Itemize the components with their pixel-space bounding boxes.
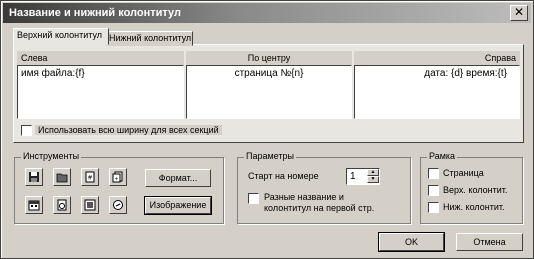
- frame-footer-label: Ниж. колонтит.: [443, 202, 505, 212]
- svg-text:+: +: [114, 177, 118, 183]
- frame-footer-checkbox[interactable]: [428, 202, 439, 213]
- section-header-left-label: Слева: [21, 53, 48, 63]
- section-header-left: Слева: [17, 51, 184, 65]
- clock-icon[interactable]: [109, 196, 127, 214]
- dialog-title: Название и нижний колонтитул: [9, 7, 182, 19]
- full-width-checkbox[interactable]: [21, 125, 32, 137]
- close-icon[interactable]: ✕: [510, 5, 528, 21]
- params-group: Параметры Старт на номере 1 ▲ ▼ Разные н…: [237, 151, 411, 224]
- frame-group-title: Рамка: [427, 151, 458, 161]
- frame-page-label: Страница: [443, 168, 484, 178]
- different-first-page-label-1: Разные название и: [264, 192, 344, 202]
- frame-page-checkbox[interactable]: [428, 168, 439, 179]
- filename-icon[interactable]: [81, 196, 99, 214]
- title-bar: Название и нижний колонтитул ✕: [3, 3, 531, 23]
- tab-footer[interactable]: Нижний колонтитул: [105, 31, 193, 46]
- header-footer-dialog: Название и нижний колонтитул ✕ Верхний к…: [0, 0, 534, 259]
- start-number-value: 1: [350, 171, 356, 182]
- image-button[interactable]: Изображение: [144, 196, 212, 215]
- start-number-label: Старт на номере: [248, 171, 319, 181]
- tools-group: Инструменты # + Формат... Изображение: [14, 151, 224, 224]
- params-group-title: Параметры: [244, 151, 296, 161]
- section-header-right: Справа: [354, 51, 520, 65]
- right-section-input[interactable]: дата: {d} время:{t}: [354, 65, 520, 119]
- different-first-page-checkbox[interactable]: [248, 193, 259, 204]
- svg-text:#: #: [87, 175, 92, 182]
- full-width-row: Использовать всю ширину для всех секций: [21, 123, 222, 137]
- stepper-up-icon[interactable]: ▲: [367, 169, 379, 176]
- frame-header-label: Верх. колонтит.: [443, 185, 508, 195]
- folder-icon[interactable]: [53, 168, 71, 186]
- left-section-input[interactable]: имя файла:{f}: [17, 65, 184, 119]
- stepper-down-icon[interactable]: ▼: [367, 176, 379, 183]
- stepper-arrows: ▲ ▼: [367, 169, 379, 184]
- start-number-stepper[interactable]: 1 ▲ ▼: [346, 168, 380, 185]
- ok-button[interactable]: OK: [378, 232, 445, 252]
- center-section-input[interactable]: страница №{n}: [186, 65, 352, 119]
- different-first-page-label-2: колонтитул на первой стр.: [264, 203, 375, 213]
- time-icon[interactable]: [53, 196, 71, 214]
- format-button[interactable]: Формат...: [145, 169, 211, 187]
- frame-header-checkbox[interactable]: [428, 185, 439, 196]
- tab-header[interactable]: Верхний колонтитул: [13, 28, 109, 45]
- full-width-label: Использовать всю ширину для всех секций: [35, 125, 222, 135]
- floppy-disk-icon[interactable]: [25, 168, 43, 186]
- cancel-button[interactable]: Отмена: [456, 233, 523, 251]
- date-icon[interactable]: [25, 196, 43, 214]
- section-header-center: По центру: [186, 51, 352, 65]
- page-number-icon[interactable]: #: [81, 168, 99, 186]
- tools-group-title: Инструменты: [21, 151, 82, 161]
- page-count-icon[interactable]: +: [109, 168, 127, 186]
- frame-group: Рамка Страница Верх. колонтит. Ниж. коло…: [420, 151, 523, 224]
